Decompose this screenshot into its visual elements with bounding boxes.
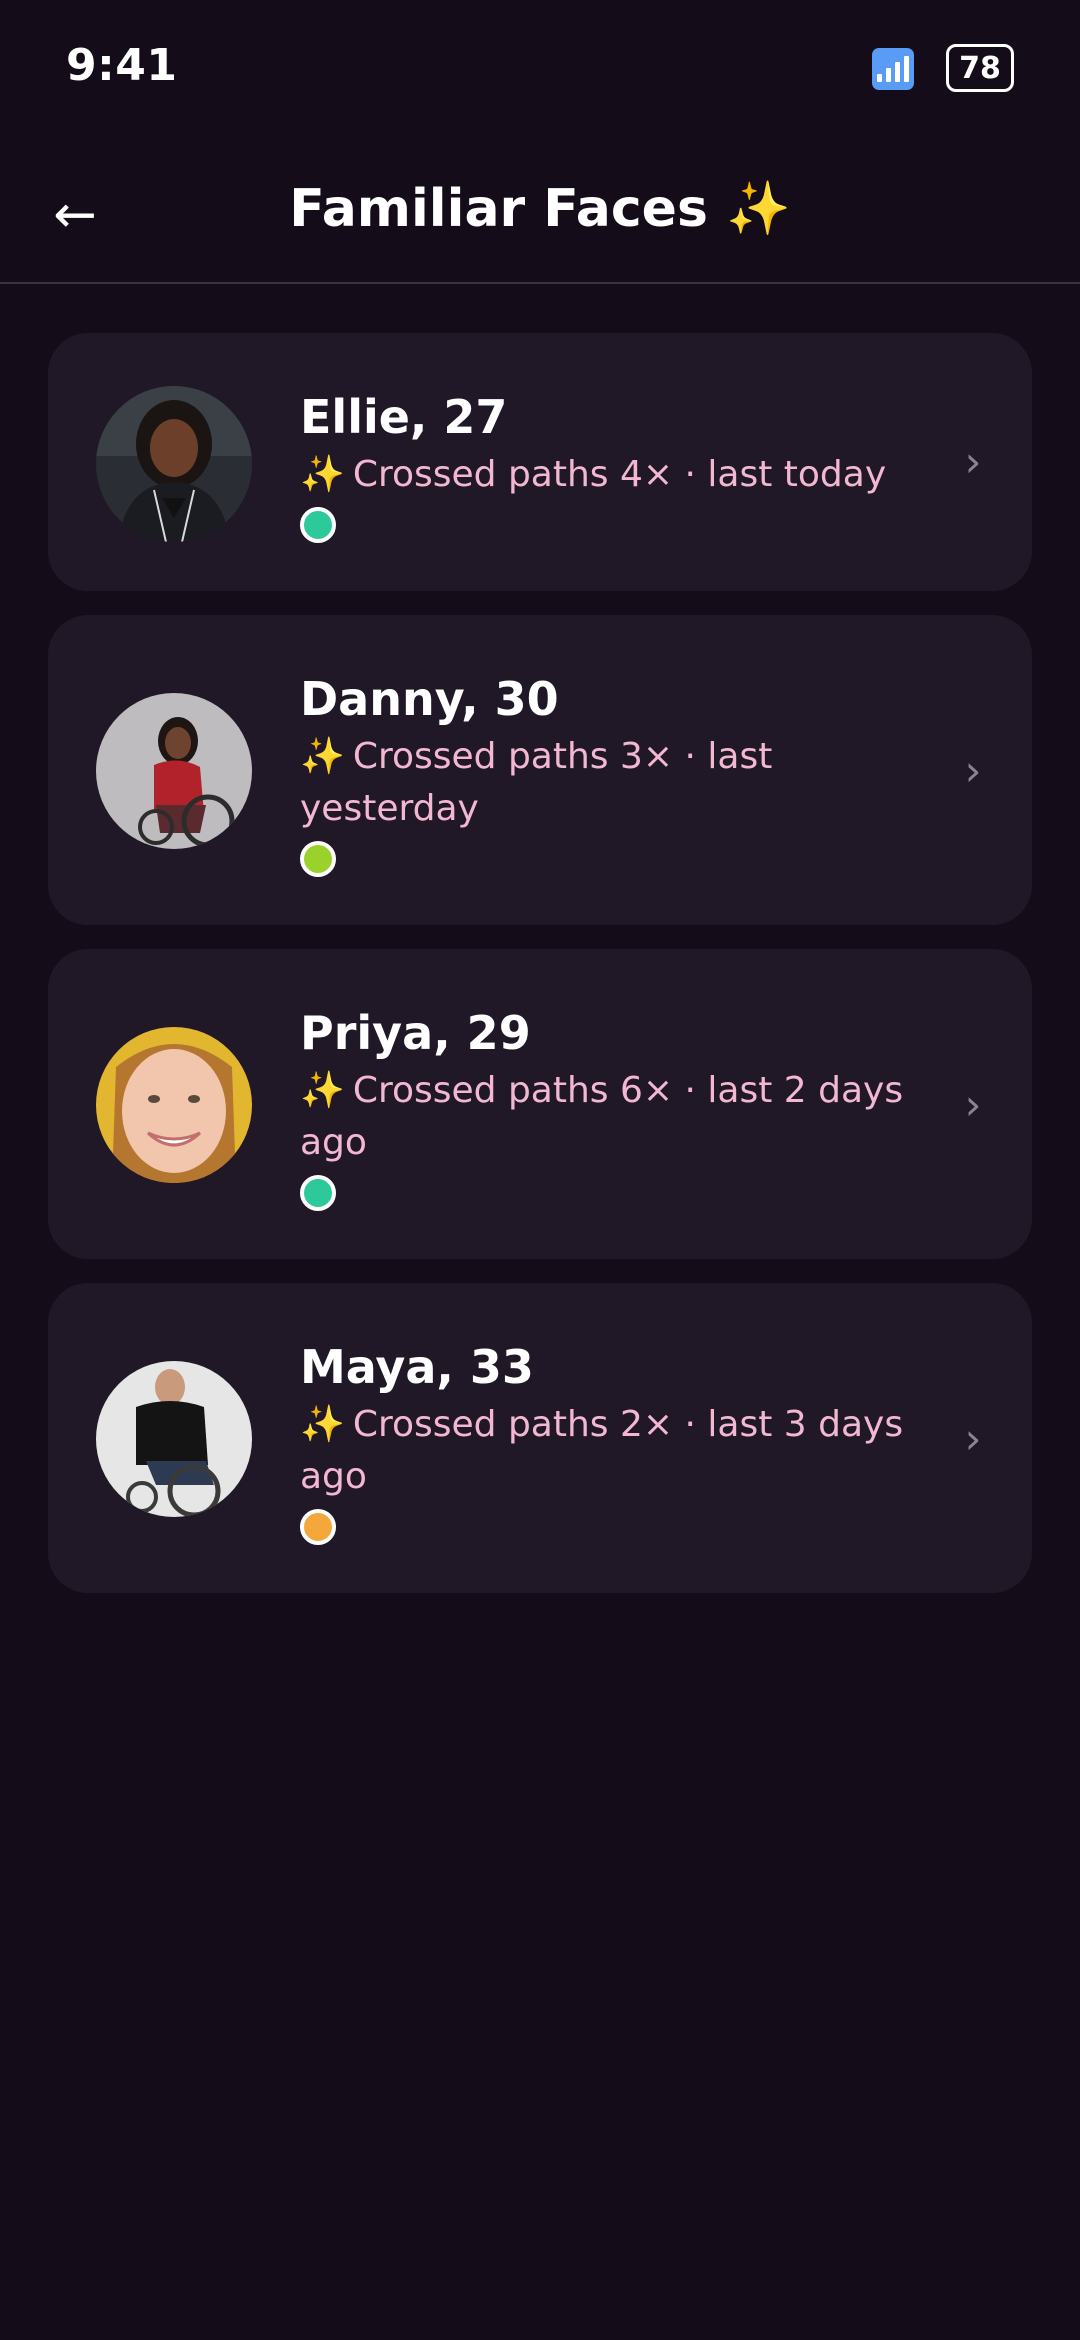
online-status-dot <box>300 841 336 877</box>
person-card-priya[interactable]: Priya, 29 ✨ Crossed paths 6× · last 2 day… <box>48 949 1032 1259</box>
battery-level: 78 <box>946 44 1014 92</box>
person-card-danny[interactable]: Danny, 30 ✨ Crossed paths 3× · last yeste… <box>48 615 1032 925</box>
familiar-faces-list: Ellie, 27 ✨ Crossed paths 4× · last today… <box>48 333 1032 1617</box>
avatar <box>96 693 252 849</box>
page-title: Familiar Faces ✨ <box>289 179 791 239</box>
person-card-maya[interactable]: Maya, 33 ✨ Crossed paths 2× · last 3 days… <box>48 1283 1032 1593</box>
online-status-dot <box>300 507 336 543</box>
crossed-paths-text: ✨ Crossed paths 4× · last today <box>300 449 940 501</box>
person-name: Priya, 29 <box>300 1006 531 1060</box>
person-card-ellie[interactable]: Ellie, 27 ✨ Crossed paths 4× · last today… <box>48 333 1032 591</box>
chevron-right-icon: › <box>964 745 982 795</box>
crossed-paths-text: ✨ Crossed paths 2× · last 3 days ago <box>300 1399 940 1503</box>
chevron-right-icon: › <box>964 436 982 486</box>
crossed-paths-label: Crossed paths 2× · last 3 days ago <box>300 1404 904 1497</box>
avatar <box>96 1361 252 1517</box>
signal-bars-icon <box>872 48 914 90</box>
avatar <box>96 1027 252 1183</box>
chevron-right-icon: › <box>964 1079 982 1129</box>
crossed-paths-label: Crossed paths 3× · last yesterday <box>300 736 773 829</box>
sparkle-icon: ✨ <box>300 1070 345 1111</box>
crossed-paths-text: ✨ Crossed paths 3× · last yesterday <box>300 731 940 835</box>
person-name: Danny, 30 <box>300 672 559 726</box>
online-status-dot <box>300 1175 336 1211</box>
sparkle-icon: ✨ <box>300 736 345 777</box>
chevron-right-icon: › <box>964 1413 982 1463</box>
person-name: Maya, 33 <box>300 1340 534 1394</box>
status-bar: 9:41 78 <box>0 0 1080 130</box>
crossed-paths-label: Crossed paths 6× · last 2 days ago <box>300 1070 904 1163</box>
sparkle-icon: ✨ <box>300 1404 345 1445</box>
online-status-dot <box>300 1509 336 1545</box>
sparkle-icon: ✨ <box>300 454 345 495</box>
person-name: Ellie, 27 <box>300 390 508 444</box>
top-bar: ← Familiar Faces ✨ <box>0 150 1080 284</box>
crossed-paths-label: Crossed paths 4× · last today <box>352 454 887 495</box>
crossed-paths-text: ✨ Crossed paths 6× · last 2 days ago <box>300 1065 940 1169</box>
avatar <box>96 386 252 542</box>
status-time: 9:41 <box>66 40 178 91</box>
